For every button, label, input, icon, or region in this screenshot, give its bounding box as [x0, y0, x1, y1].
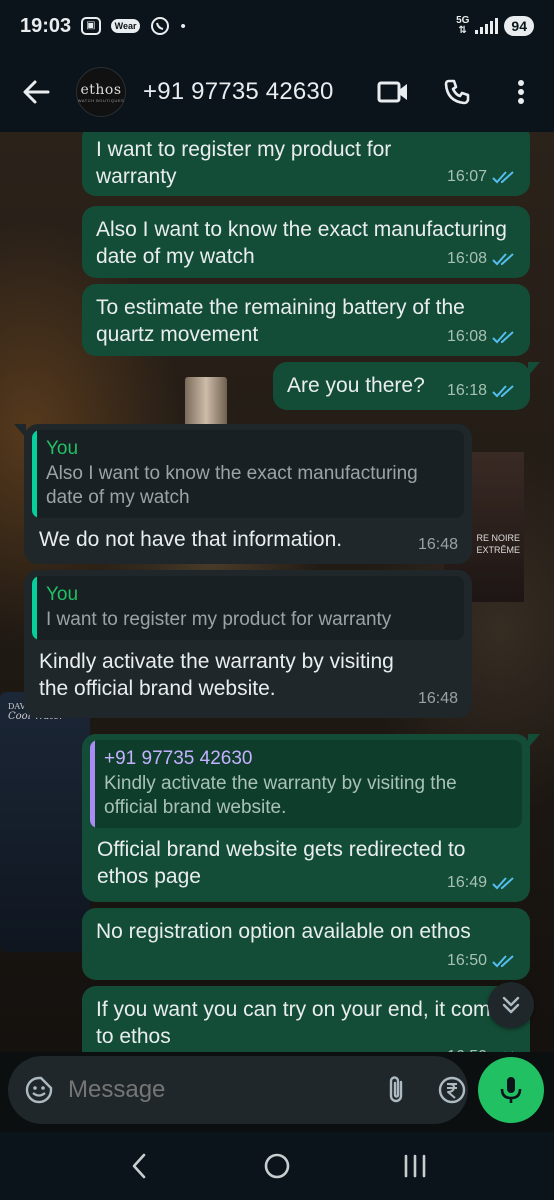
paperclip-icon	[389, 1076, 403, 1103]
message-outgoing[interactable]: Are you there? 16:18	[273, 362, 540, 410]
message-time: 16:50	[447, 1043, 487, 1052]
voice-message-button[interactable]	[478, 1057, 544, 1123]
emoji-button[interactable]	[24, 1070, 54, 1110]
quoted-message[interactable]: You Also I want to know the exact manufa…	[32, 430, 464, 518]
microphone-icon	[500, 1077, 522, 1103]
whatsapp-notification-icon	[150, 16, 170, 36]
signal-icon	[475, 18, 499, 34]
message-meta: 16:50	[447, 947, 516, 974]
chat-header: ethos WATCH BOUTIQUES +91 97735 42630	[0, 52, 554, 132]
message-composer	[8, 1056, 523, 1124]
more-vertical-icon	[518, 80, 524, 104]
quoted-message[interactable]: You I want to register my product for wa…	[32, 576, 464, 640]
status-time: 19:03	[20, 14, 72, 37]
message-time: 16:08	[446, 250, 487, 267]
status-left: 19:03 ▣ Wear •	[20, 15, 186, 38]
video-call-button[interactable]	[374, 72, 412, 112]
avatar-logo-subtext: WATCH BOUTIQUES	[77, 97, 125, 103]
message-outgoing[interactable]: Also I want to know the exact manufactur…	[82, 206, 530, 278]
message-outgoing[interactable]: I want to register my product for warran…	[82, 132, 530, 196]
quote-text: I want to register my product for warran…	[46, 609, 392, 630]
message-meta: 16:08	[447, 323, 516, 350]
recents-icon	[404, 1154, 426, 1178]
message-time: 16:49	[446, 874, 487, 891]
double-chevron-down-icon	[502, 996, 520, 1014]
header-actions	[374, 72, 540, 112]
quote-text: Also I want to know the exact manufactur…	[46, 463, 418, 508]
sticker-smile-icon	[25, 1076, 53, 1104]
status-right: 5G ⇅ 94	[456, 16, 534, 36]
message-incoming[interactable]: You I want to register my product for wa…	[24, 570, 472, 718]
chevron-left-icon	[132, 1153, 146, 1179]
wallpaper-bottle: DAVIDOFF Cool Water	[0, 692, 90, 952]
message-outgoing[interactable]: If you want you can try on your end, it …	[82, 986, 530, 1052]
scroll-to-bottom-button[interactable]	[488, 982, 534, 1028]
message-text: Kindly activate the warranty by visiting…	[39, 650, 394, 700]
network-type-icon: 5G ⇅	[456, 15, 470, 36]
back-arrow-icon	[23, 80, 50, 104]
payment-button[interactable]	[434, 1070, 470, 1110]
more-options-button[interactable]	[502, 72, 540, 112]
quote-text: Kindly activate the warranty by visiting…	[104, 773, 457, 818]
wear-label: Wear	[110, 19, 141, 33]
status-bar: 19:03 ▣ Wear • 5G ⇅ 94	[0, 0, 554, 52]
video-camera-icon	[377, 81, 407, 103]
message-time: 16:18	[446, 382, 487, 399]
battery-badge: 94	[504, 16, 534, 36]
back-button[interactable]	[14, 70, 58, 114]
message-outgoing[interactable]: No registration option available on etho…	[82, 908, 530, 980]
message-meta: 16:48	[418, 685, 458, 712]
wallpaper-box-text: RE NOIRE EXTRÊME	[476, 533, 520, 555]
double-check-icon	[492, 330, 516, 344]
dot-icon: •	[180, 17, 186, 35]
double-check-icon	[492, 170, 516, 184]
contact-avatar[interactable]: ethos WATCH BOUTIQUES	[76, 67, 126, 117]
message-meta: 16:48	[418, 531, 458, 558]
nav-home-button[interactable]	[247, 1141, 307, 1191]
message-time: 16:08	[446, 328, 487, 345]
message-time: 16:48	[417, 536, 458, 553]
double-check-icon	[492, 252, 516, 266]
nav-recents-button[interactable]	[385, 1141, 445, 1191]
contact-name[interactable]: +91 97735 42630	[143, 78, 334, 106]
message-incoming[interactable]: You Also I want to know the exact manufa…	[14, 424, 472, 564]
message-meta: 16:07	[447, 163, 516, 190]
phone-icon	[444, 79, 470, 105]
quoted-message[interactable]: +91 97735 42630 Kindly activate the warr…	[90, 740, 522, 828]
message-text: If you want you can try on your end, it …	[96, 998, 513, 1048]
double-check-icon	[492, 1050, 516, 1052]
system-nav-bar	[0, 1132, 554, 1200]
message-text: No registration option available on etho…	[96, 920, 471, 943]
wear-icon: Wear	[110, 19, 141, 33]
attach-button[interactable]	[378, 1070, 414, 1110]
quote-author: You	[46, 438, 79, 459]
voice-call-button[interactable]	[438, 72, 476, 112]
screenshot-icon: ▣	[81, 17, 101, 35]
nav-back-button[interactable]	[109, 1141, 169, 1191]
message-meta: 16:18	[447, 377, 516, 404]
quote-author: You	[46, 584, 79, 605]
message-text: We do not have that information.	[39, 528, 343, 551]
avatar-logo-text: ethos	[80, 81, 122, 98]
message-input[interactable]	[68, 1070, 378, 1110]
double-check-icon	[492, 954, 516, 968]
message-time: 16:50	[446, 952, 487, 969]
home-circle-icon	[264, 1153, 290, 1179]
rupee-circle-icon	[438, 1076, 466, 1104]
message-outgoing[interactable]: +91 97735 42630 Kindly activate the warr…	[82, 734, 540, 902]
chat-area[interactable]: RE NOIRE EXTRÊME DAVIDOFF Cool Water I w…	[0, 132, 554, 1052]
double-check-icon	[492, 876, 516, 890]
message-meta: 16:49	[447, 869, 516, 896]
message-meta: 16:50	[447, 1043, 516, 1052]
message-outgoing[interactable]: To estimate the remaining battery of the…	[82, 284, 530, 356]
message-meta: 16:08	[447, 245, 516, 272]
double-check-icon	[492, 384, 516, 398]
message-time: 16:48	[417, 690, 458, 707]
message-time: 16:07	[446, 168, 487, 185]
quote-author: +91 97735 42630	[104, 748, 253, 769]
